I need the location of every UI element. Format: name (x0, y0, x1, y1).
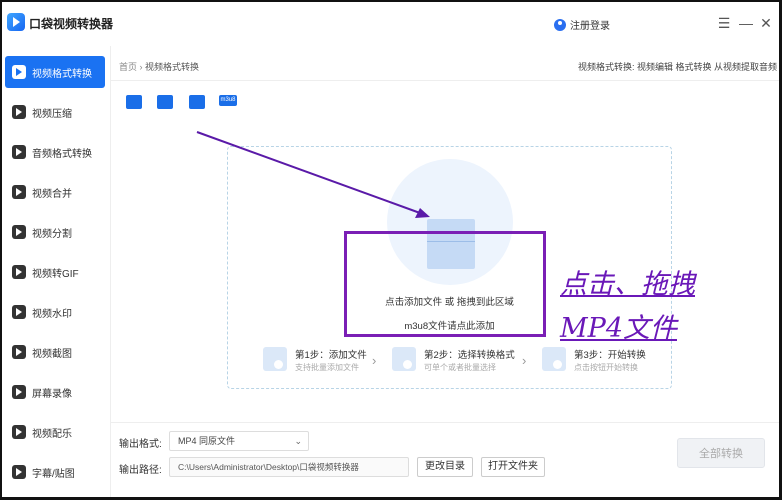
audio-convert-icon (12, 145, 26, 159)
add-folder-icon[interactable] (157, 95, 173, 109)
chevron-right-icon: › (522, 353, 527, 368)
screen-record-icon (12, 385, 26, 399)
title-bar: 口袋视频转换器 注册登录 ☰ — ✕ (2, 2, 779, 46)
sidebar-item-screen-record[interactable]: 屏幕录像 (5, 376, 105, 408)
subtitle-icon (12, 465, 26, 479)
output-path-field[interactable]: C:\Users\Administrator\Desktop\口袋视频转换器 (169, 457, 409, 477)
login-label: 注册登录 (570, 21, 610, 32)
video-convert-icon (12, 65, 26, 79)
sidebar-item-label: 屏幕录像 (32, 388, 72, 400)
video-split-icon (12, 225, 26, 239)
step-desc: 点击按钮开始转换 (574, 363, 638, 372)
sidebar-item-label: 视频格式转换 (32, 68, 92, 80)
sidebar-item-label: 视频压缩 (32, 108, 72, 120)
toolbox-icon[interactable] (189, 95, 205, 109)
convert-step-icon (542, 347, 566, 371)
app-title: 口袋视频转换器 (29, 17, 114, 31)
login-button[interactable]: 注册登录 (554, 17, 610, 32)
app-logo-icon (7, 13, 25, 31)
output-bar: 输出格式: MP4 同原文件 ⌄ 输出路径: C:\Users\Administ… (111, 422, 779, 497)
sidebar-item-music[interactable]: 视频配乐 (5, 416, 105, 448)
sidebar-item-audio-convert[interactable]: 音频格式转换 (5, 136, 105, 168)
sidebar-item-label: 视频截图 (32, 348, 72, 360)
sidebar-item-video-gif[interactable]: 视频转GIF (5, 256, 105, 288)
video-merge-icon (12, 185, 26, 199)
sidebar-item-subtitle[interactable]: 字幕/贴图 (5, 456, 105, 488)
chevron-down-icon: ⌄ (294, 436, 302, 446)
sidebar-item-label: 音频格式转换 (32, 148, 92, 160)
breadcrumb: 首页 › 视频格式转换 (119, 60, 199, 73)
user-icon (554, 18, 566, 31)
step-title: 第2步：选择转换格式 (424, 350, 515, 361)
sidebar: 视频格式转换 视频压缩 音频格式转换 视频合并 视频分割 视频转GIF 视频水印 (2, 46, 110, 497)
divider (111, 80, 779, 81)
watermark-icon (12, 305, 26, 319)
sidebar-item-label: 视频转GIF (32, 268, 79, 280)
minimize-icon[interactable]: — (737, 14, 755, 32)
step-title: 第3步：开始转换 (574, 350, 646, 361)
open-folder-button[interactable]: 打开文件夹 (481, 457, 545, 477)
sidebar-item-label: 视频配乐 (32, 428, 72, 440)
step-desc: 支持批量添加文件 (295, 363, 359, 372)
menu-icon[interactable]: ☰ (715, 14, 733, 32)
change-dir-button[interactable]: 更改目录 (417, 457, 473, 477)
quick-links[interactable]: 视频格式转换: 视频编辑 格式转换 从视频提取音频 (578, 60, 777, 73)
annotation-text-1: 点击、拖拽 (560, 269, 695, 300)
annotation-highlight-box (344, 231, 546, 337)
close-icon[interactable]: ✕ (757, 14, 775, 32)
sidebar-item-video-split[interactable]: 视频分割 (5, 216, 105, 248)
step-title: 第1步：添加文件 (295, 350, 367, 361)
sidebar-item-watermark[interactable]: 视频水印 (5, 296, 105, 328)
video-compress-icon (12, 105, 26, 119)
sidebar-item-label: 视频水印 (32, 308, 72, 320)
sidebar-item-label: 视频分割 (32, 228, 72, 240)
add-file-icon[interactable] (126, 95, 142, 109)
sidebar-item-screenshot[interactable]: 视频截图 (5, 336, 105, 368)
format-step-icon (392, 347, 416, 371)
output-format-label: 输出格式: (119, 439, 162, 450)
sidebar-item-video-merge[interactable]: 视频合并 (5, 176, 105, 208)
output-path-label: 输出路径: (119, 465, 162, 476)
breadcrumb-current: 视频格式转换 (145, 62, 200, 72)
chevron-right-icon: › (372, 353, 377, 368)
annotation-text-2: MP4文件 (560, 313, 677, 344)
output-format-select[interactable]: MP4 同原文件 ⌄ (169, 431, 309, 451)
breadcrumb-separator: › (139, 62, 143, 72)
sidebar-item-video-convert[interactable]: 视频格式转换 (5, 56, 105, 88)
m3u8-icon[interactable]: m3u8 (219, 95, 237, 106)
gif-icon (12, 265, 26, 279)
convert-all-button[interactable]: 全部转换 (677, 438, 765, 468)
music-icon (12, 425, 26, 439)
sidebar-item-label: 字幕/贴图 (32, 468, 75, 480)
output-format-value: MP4 同原文件 (178, 436, 236, 446)
sidebar-item-video-compress[interactable]: 视频压缩 (5, 96, 105, 128)
breadcrumb-home[interactable]: 首页 (119, 62, 137, 72)
screenshot-icon (12, 345, 26, 359)
step-desc: 可单个或者批量选择 (424, 363, 496, 372)
add-file-step-icon (263, 347, 287, 371)
sidebar-item-label: 视频合并 (32, 188, 72, 200)
